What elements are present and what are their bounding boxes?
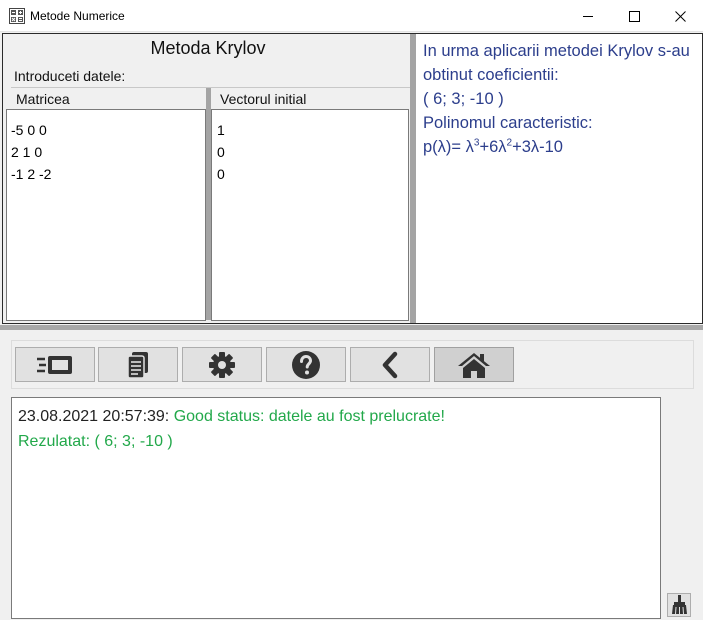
result-coefficients: ( 6; 3; -10 )	[423, 90, 504, 108]
polynomial-label: Polinomul caracteristic:	[423, 114, 593, 132]
clear-log-button[interactable]	[667, 593, 691, 617]
log-timestamp: 23.08.2021 20:57:39:	[18, 408, 170, 425]
log-message: Rezulatat: ( 6; 3; -10 )	[18, 433, 173, 450]
horizontal-splitter[interactable]	[0, 325, 703, 330]
poly-prefix: p(λ)= λ	[423, 138, 474, 156]
back-button[interactable]	[350, 347, 430, 382]
vector-row: 0	[217, 144, 225, 160]
krylov-input-panel: Metoda Krylov Introduceti datele: Matric…	[2, 33, 703, 324]
method-title: Metoda Krylov	[150, 38, 266, 58]
vector-input[interactable]: 1 0 0	[211, 109, 409, 321]
log-output[interactable]: 23.08.2021 20:57:39: Good status: datele…	[11, 397, 661, 619]
matrix-row: -5 0 0	[11, 122, 47, 138]
vector-row: 1	[217, 122, 225, 138]
matrix-input[interactable]: -5 0 0 2 1 0 -1 2 -2	[6, 109, 206, 321]
result-intro: In urma aplicarii metodei Krylov s-au ob…	[423, 42, 690, 84]
home-button[interactable]	[434, 347, 514, 382]
input-caption: Introduceti datele:	[14, 68, 126, 84]
calculator-icon	[9, 8, 25, 24]
log-entry: Rezulatat: ( 6; 3; -10 )	[18, 429, 654, 454]
matrix-label: Matricea	[16, 91, 70, 107]
log-entry: 23.08.2021 20:57:39: Good status: datele…	[18, 404, 654, 429]
poly-middle: +6λ	[479, 138, 507, 156]
divider	[11, 87, 411, 88]
characteristic-polynomial: p(λ)= λ3+6λ2+3λ-10	[423, 135, 695, 159]
close-icon	[674, 10, 686, 22]
result-panel: In urma aplicarii metodei Krylov s-au ob…	[416, 34, 702, 323]
question-icon	[292, 350, 320, 379]
maximize-icon	[628, 10, 640, 22]
chevron-left-icon	[382, 351, 398, 378]
title-bar: Metode Numerice	[0, 0, 703, 32]
broom-icon	[672, 595, 687, 615]
help-button[interactable]	[266, 347, 346, 382]
vector-row: 0	[217, 166, 225, 182]
vector-label: Vectorul initial	[220, 91, 307, 107]
window-title: Metode Numerice	[30, 9, 125, 23]
minimize-button[interactable]	[565, 0, 611, 32]
log-message: Good status: datele au fost prelucrate!	[169, 408, 445, 425]
home-icon	[458, 352, 490, 378]
toolbar	[11, 340, 694, 389]
document-icon	[127, 351, 148, 379]
close-button[interactable]	[657, 0, 703, 32]
gear-icon	[209, 351, 235, 378]
poly-suffix: +3λ-10	[512, 138, 563, 156]
settings-button[interactable]	[182, 347, 262, 382]
minimize-icon	[582, 15, 593, 17]
matrix-row: 2 1 0	[11, 144, 43, 160]
run-method-button[interactable]	[15, 347, 95, 382]
maximize-button[interactable]	[611, 0, 657, 32]
fast-card-icon	[37, 355, 72, 374]
documentation-button[interactable]	[98, 347, 178, 382]
matrix-row: -1 2 -2	[11, 166, 52, 182]
